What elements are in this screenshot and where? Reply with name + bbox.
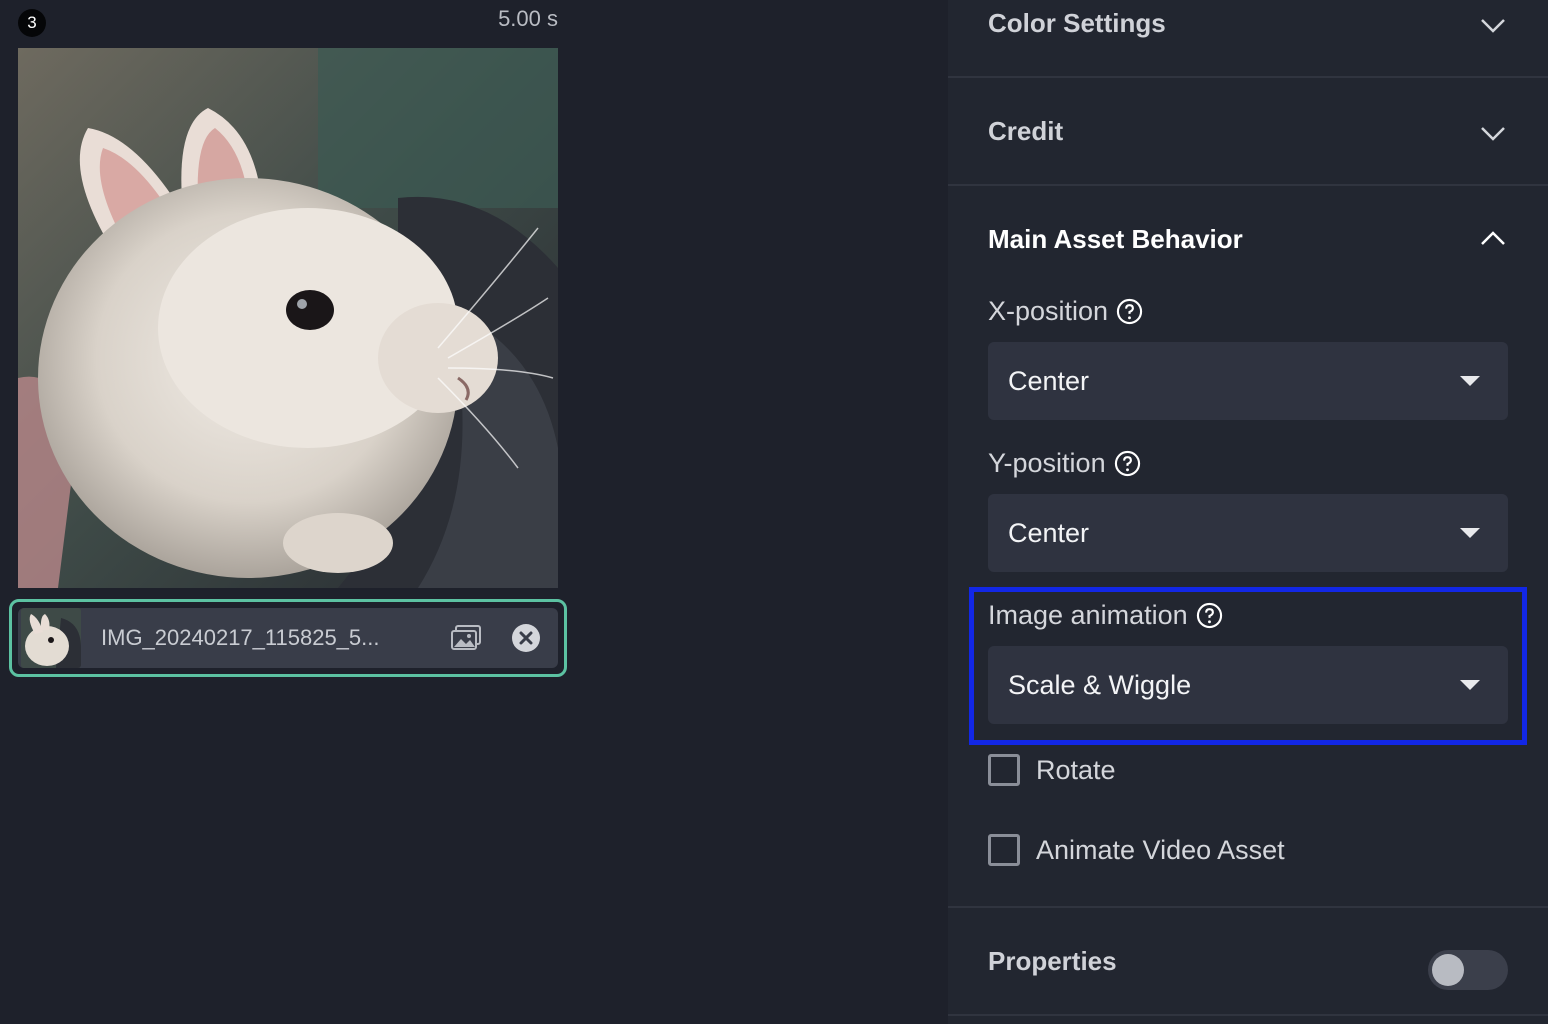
- asset-thumbnail: [21, 608, 81, 668]
- scene-duration: 5.00 s: [498, 6, 558, 31]
- rabbit-photo: [18, 48, 558, 588]
- animate-video-asset-label: Animate Video Asset: [1036, 834, 1285, 865]
- scene-number-badge: 3: [18, 9, 46, 37]
- image-animation-label: Image animation: [988, 600, 1223, 631]
- section-header[interactable]: Credit: [948, 78, 1548, 184]
- y-position-select[interactable]: Center: [988, 494, 1508, 572]
- section-main-asset-behavior: Main Asset Behavior X-position Center Y-…: [948, 186, 1548, 908]
- properties-toggle[interactable]: [1428, 950, 1508, 990]
- replace-asset-button[interactable]: [448, 620, 484, 656]
- image-animation-label-text: Image animation: [988, 600, 1188, 630]
- asset-chip[interactable]: IMG_20240217_115825_5...: [9, 599, 567, 677]
- toggle-knob: [1432, 954, 1464, 986]
- help-icon[interactable]: [1196, 602, 1223, 629]
- section-title: Properties: [988, 946, 1117, 976]
- close-circle-icon: [512, 624, 540, 652]
- section-title: Credit: [988, 116, 1064, 146]
- chevron-down-icon[interactable]: [1480, 12, 1506, 38]
- rotate-checkbox[interactable]: [988, 754, 1020, 786]
- asset-filename: IMG_20240217_115825_5...: [101, 625, 380, 650]
- y-position-label-text: Y-position: [988, 448, 1106, 478]
- x-position-value: Center: [1008, 365, 1090, 396]
- x-position-label-text: X-position: [988, 296, 1109, 326]
- section-credit[interactable]: Credit: [948, 78, 1548, 186]
- x-position-select[interactable]: Center: [988, 342, 1508, 420]
- caret-down-icon: [1460, 376, 1480, 386]
- section-color-settings[interactable]: Color Settings: [948, 0, 1548, 78]
- animate-video-asset-checkbox[interactable]: [988, 834, 1020, 866]
- section-header[interactable]: Main Asset Behavior: [948, 186, 1548, 286]
- caret-down-icon: [1460, 528, 1480, 538]
- image-animation-select[interactable]: Scale & Wiggle: [988, 646, 1508, 724]
- asset-chip-body: IMG_20240217_115825_5...: [18, 608, 558, 668]
- rotate-checkbox-row[interactable]: Rotate: [988, 754, 1116, 786]
- animate-video-asset-checkbox-row[interactable]: Animate Video Asset: [988, 834, 1285, 866]
- section-properties: Properties: [948, 908, 1548, 1016]
- help-icon[interactable]: [1114, 450, 1141, 477]
- scene-editor-pane: 3 5.00 s IMG_20240217_115825_5...: [0, 0, 948, 1024]
- remove-asset-button[interactable]: [508, 620, 544, 656]
- settings-panel: Color Settings Credit Main Asset Behavio…: [948, 0, 1548, 1024]
- chevron-down-icon[interactable]: [1480, 120, 1506, 146]
- caret-down-icon: [1460, 680, 1480, 690]
- y-position-label: Y-position: [988, 448, 1141, 479]
- asset-preview-image[interactable]: [18, 48, 558, 588]
- y-position-value: Center: [1008, 517, 1090, 548]
- section-title: Color Settings: [988, 8, 1166, 38]
- image-animation-value: Scale & Wiggle: [1008, 669, 1192, 700]
- rotate-label: Rotate: [1036, 754, 1116, 785]
- image-gallery-icon: [451, 625, 481, 650]
- help-icon[interactable]: [1116, 298, 1143, 325]
- x-position-label: X-position: [988, 296, 1143, 327]
- section-title: Main Asset Behavior: [988, 224, 1243, 254]
- chevron-up-icon[interactable]: [1480, 226, 1506, 252]
- section-header[interactable]: Color Settings: [948, 0, 1548, 76]
